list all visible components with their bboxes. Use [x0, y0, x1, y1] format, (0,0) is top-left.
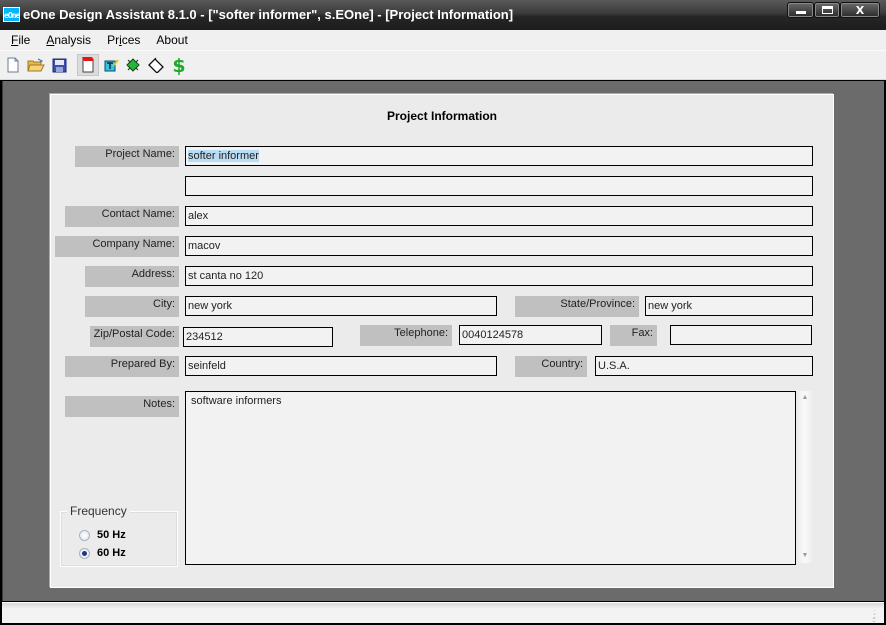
open-folder-icon	[27, 58, 45, 72]
radio-60hz[interactable]	[79, 547, 90, 559]
menu-file[interactable]: File	[3, 30, 38, 50]
window-title: eOne Design Assistant 8.1.0 - ["softer i…	[23, 7, 514, 22]
tag-icon	[148, 57, 164, 73]
menu-file-label: ile	[18, 33, 31, 47]
radio-60hz-label: 60 Hz	[97, 547, 126, 559]
company-name-label: Company Name:	[55, 236, 179, 257]
fax-label: Fax:	[610, 325, 657, 346]
title-bar[interactable]: eOne eOne Design Assistant 8.1.0 - ["sof…	[0, 0, 886, 30]
component-button[interactable]	[122, 54, 144, 76]
frequency-legend: Frequency	[67, 504, 130, 518]
app-icon: eOne	[3, 7, 20, 22]
city-label: City:	[85, 296, 179, 317]
prices-button[interactable]: $	[168, 54, 190, 76]
form-title: Project Information	[386, 109, 497, 123]
status-bar: : :::::	[2, 602, 884, 624]
project-information-form: Project Information Project Name: softer…	[50, 94, 834, 588]
svg-text:$: $	[172, 55, 185, 75]
telephone-label: Telephone:	[360, 325, 452, 346]
frequency-group: Frequency 50 Hz 60 Hz	[60, 504, 178, 567]
project-name-secondary-input[interactable]	[185, 176, 813, 196]
frequency-50hz-option[interactable]: 50 Hz	[79, 529, 126, 541]
toolbar: $	[0, 50, 886, 80]
menu-prices-label-pre: Pr	[107, 33, 120, 47]
address-input[interactable]	[185, 266, 813, 286]
scroll-up-icon[interactable]: ▲	[800, 393, 810, 403]
project-info-button[interactable]	[77, 54, 99, 76]
project-name-label: Project Name:	[75, 146, 179, 167]
minimize-button[interactable]	[787, 2, 814, 18]
new-button[interactable]	[2, 54, 24, 76]
close-button[interactable]: X	[840, 2, 880, 18]
address-label: Address:	[85, 266, 179, 287]
maximize-icon	[821, 6, 833, 14]
close-icon: X	[855, 3, 865, 17]
window-controls: X	[787, 2, 880, 18]
notes-scrollbar[interactable]: ▲ ▼	[798, 391, 812, 563]
radio-50hz[interactable]	[79, 529, 90, 541]
project-name-selected-text: softer informer	[188, 150, 259, 162]
menu-prices-label-post: ces	[121, 33, 141, 47]
save-button[interactable]	[48, 54, 70, 76]
country-input[interactable]	[595, 356, 813, 376]
city-input[interactable]	[185, 296, 497, 316]
fax-input[interactable]	[670, 325, 812, 345]
open-button[interactable]	[25, 54, 47, 76]
prepared-by-label: Prepared By:	[65, 356, 179, 377]
edit-button[interactable]	[100, 54, 122, 76]
menu-bar: File Analysis Prices About	[0, 30, 886, 50]
scroll-down-icon[interactable]: ▼	[800, 551, 810, 561]
edit-sheet-icon	[104, 59, 119, 72]
menu-analysis[interactable]: Analysis	[38, 30, 99, 50]
radio-50hz-label: 50 Hz	[97, 529, 126, 541]
maximize-button[interactable]	[814, 2, 840, 18]
company-name-input[interactable]	[185, 236, 813, 256]
frequency-60hz-option[interactable]: 60 Hz	[79, 547, 126, 559]
country-label: Country:	[515, 356, 587, 377]
zip-input[interactable]	[183, 327, 333, 347]
minimize-icon	[795, 11, 806, 14]
menu-analysis-label: nalysis	[54, 33, 92, 47]
project-info-icon	[82, 57, 94, 73]
dollar-icon: $	[172, 55, 185, 75]
zip-label: Zip/Postal Code:	[90, 326, 179, 347]
mdi-workspace: Project Information Project Name: softer…	[2, 81, 884, 601]
notes-textarea[interactable]: software informers	[185, 391, 796, 565]
tag-button[interactable]	[145, 54, 167, 76]
menu-prices[interactable]: Prices	[99, 30, 148, 50]
resize-grip-icon[interactable]: : :::::	[872, 609, 882, 624]
contact-name-label: Contact Name:	[65, 206, 179, 227]
state-input[interactable]	[645, 296, 813, 316]
state-label: State/Province:	[515, 296, 639, 317]
contact-name-input[interactable]	[185, 206, 813, 226]
prepared-by-input[interactable]	[185, 356, 497, 376]
telephone-input[interactable]	[459, 325, 602, 345]
save-icon	[52, 58, 66, 72]
project-name-input[interactable]: softer informer	[185, 146, 813, 166]
new-document-icon	[7, 57, 19, 73]
notes-label: Notes:	[65, 396, 179, 417]
menu-about[interactable]: About	[148, 30, 195, 50]
component-icon	[126, 58, 140, 72]
